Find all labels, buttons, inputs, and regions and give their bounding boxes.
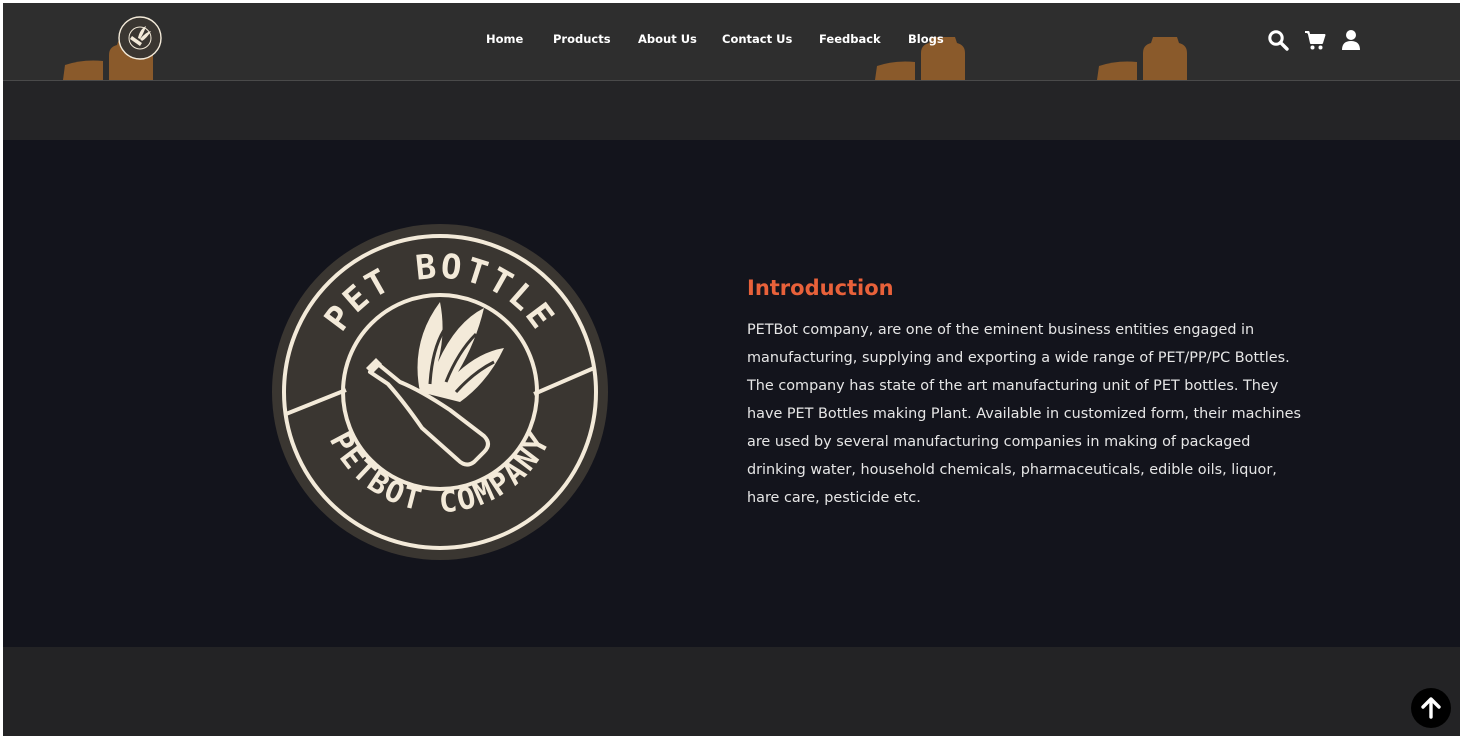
nav-about-us[interactable]: About Us <box>638 32 697 46</box>
site-header: Home Products About Us Contact Us Feedba… <box>3 3 1460 81</box>
search-icon[interactable] <box>1267 29 1289 51</box>
user-icon[interactable] <box>1340 29 1362 51</box>
nav-products[interactable]: Products <box>553 32 611 46</box>
cart-icon[interactable] <box>1304 29 1326 51</box>
footer-band <box>3 647 1460 736</box>
nav-home[interactable]: Home <box>486 32 523 46</box>
spacer-band <box>3 81 1460 140</box>
intro-paragraph: PETBot company, are one of the eminent b… <box>747 322 1301 506</box>
intro-title: Introduction <box>747 276 894 300</box>
arrow-up-icon <box>1421 697 1441 719</box>
nav-blogs[interactable]: Blogs <box>908 32 944 46</box>
nav-contact-us[interactable]: Contact Us <box>722 32 792 46</box>
petbot-company-logo: PET BOTTLE PETBOT COMPANY <box>272 224 608 560</box>
header-actions <box>1267 29 1367 53</box>
nav-feedback[interactable]: Feedback <box>819 32 881 46</box>
header-logo[interactable] <box>118 16 162 60</box>
page: Home Products About Us Contact Us Feedba… <box>0 0 1460 736</box>
scroll-to-top-button[interactable] <box>1411 688 1451 728</box>
introduction-section: PET BOTTLE PETBOT COMPANY Introduction P… <box>3 140 1460 647</box>
